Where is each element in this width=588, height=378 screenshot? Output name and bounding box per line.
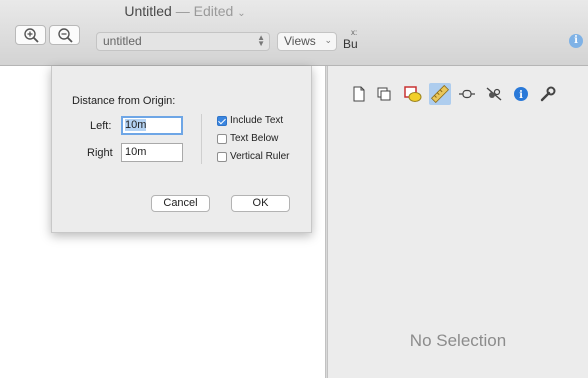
wrench-icon[interactable] bbox=[537, 83, 559, 105]
left-distance-value: 10m bbox=[125, 119, 147, 131]
edited-status: — Edited bbox=[175, 3, 234, 19]
right-label: Right bbox=[87, 147, 113, 159]
coordinate-x-label: x: bbox=[351, 28, 358, 37]
chevron-down-icon: ⌄ bbox=[324, 35, 332, 45]
document-title: Untitled bbox=[124, 3, 172, 19]
no-selection-label: No Selection bbox=[409, 331, 507, 350]
include-text-label[interactable]: Include Text bbox=[230, 115, 283, 126]
include-text-checkbox[interactable] bbox=[217, 116, 227, 126]
views-select[interactable]: Views ⌄ bbox=[277, 32, 337, 51]
vertical-ruler-checkbox[interactable] bbox=[217, 152, 227, 162]
info-glyph: i bbox=[519, 90, 523, 101]
inspector-panel: i No Selection bbox=[328, 66, 588, 378]
ok-button[interactable]: OK bbox=[231, 195, 290, 212]
ruler-settings-dialog: Distance from Origin: Left: 10m Right 10… bbox=[51, 66, 312, 233]
zoom-out-button[interactable] bbox=[49, 25, 80, 45]
document-select-value: untitled bbox=[103, 34, 142, 48]
cancel-button[interactable]: Cancel bbox=[151, 195, 210, 212]
page-icon[interactable] bbox=[348, 83, 370, 105]
connector-icon[interactable] bbox=[456, 83, 478, 105]
right-distance-field[interactable]: 10m bbox=[121, 143, 183, 162]
left-distance-field[interactable]: 10m bbox=[121, 116, 183, 135]
info-icon[interactable]: i bbox=[510, 83, 532, 105]
views-select-value: Views bbox=[284, 34, 316, 48]
window-title: Untitled — Edited ⌄ bbox=[0, 3, 370, 19]
vertical-ruler-label[interactable]: Vertical Ruler bbox=[230, 151, 289, 162]
dialog-separator bbox=[201, 114, 202, 164]
shape-style-icon[interactable] bbox=[401, 83, 423, 105]
ruler-icon[interactable] bbox=[429, 83, 451, 105]
dialog-heading: Distance from Origin: bbox=[72, 95, 176, 107]
coordinate-y-readout: Bu bbox=[343, 37, 358, 51]
zoom-in-icon bbox=[24, 28, 39, 43]
up-down-arrows-icon: ▲ ▼ bbox=[257, 33, 265, 48]
text-below-checkbox[interactable] bbox=[217, 134, 227, 144]
right-distance-value: 10m bbox=[125, 146, 147, 158]
layers-icon[interactable] bbox=[374, 83, 396, 105]
left-label: Left: bbox=[90, 120, 112, 132]
document-select[interactable]: untitled ▲ ▼ bbox=[96, 32, 270, 51]
text-below-label[interactable]: Text Below bbox=[230, 133, 278, 144]
window-toolbar: Untitled — Edited ⌄ untitled ▲ ▼ Views ⌄ … bbox=[0, 0, 588, 66]
zoom-in-button[interactable] bbox=[15, 25, 46, 45]
zoom-out-icon bbox=[58, 28, 73, 43]
info-icon[interactable]: i bbox=[569, 34, 583, 48]
linked-icon[interactable] bbox=[483, 83, 505, 105]
title-chevron-icon[interactable]: ⌄ bbox=[237, 8, 245, 19]
